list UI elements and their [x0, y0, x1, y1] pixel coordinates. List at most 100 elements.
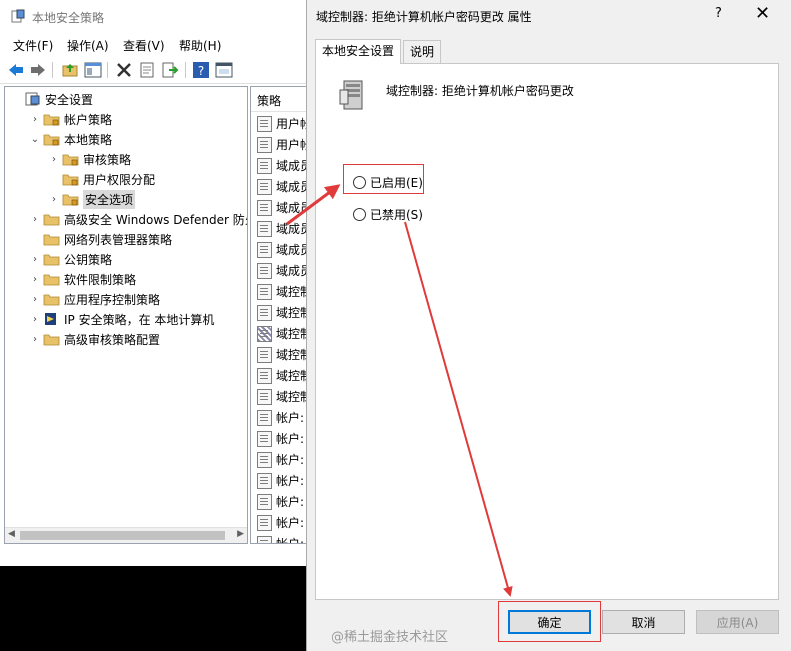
tree-pane: 安全设置 › 帐户策略 ⌄ 本地策略 › 审核策略 用户权限分配 › 安全选项 › 高级安全 Wind…: [4, 86, 248, 544]
chevron-right-icon[interactable]: ›: [29, 253, 41, 265]
tree-item[interactable]: › 公钥策略: [29, 249, 112, 269]
export-icon[interactable]: [161, 61, 179, 79]
forward-arrow-icon[interactable]: [29, 61, 47, 79]
chevron-right-icon[interactable]: ›: [29, 213, 41, 225]
policy-icon: [257, 493, 272, 510]
policy-list-item[interactable]: 域控制: [257, 281, 307, 302]
menu-view[interactable]: 查看(V): [123, 37, 165, 54]
policy-icon: [257, 136, 272, 153]
policy-icon: [257, 241, 272, 258]
tree-item[interactable]: › 安全选项: [48, 189, 136, 209]
tree-item[interactable]: 安全设置: [10, 89, 93, 109]
local-security-policy-window: 本地安全策略 文件(F) 操作(A) 查看(V) 帮助(H) ? 安全设置 › 帐户…: [0, 0, 312, 566]
policy-icon: [257, 178, 272, 195]
scrollbar-thumb[interactable]: [20, 531, 225, 540]
properties-icon[interactable]: [138, 61, 156, 79]
disabled-radio-option[interactable]: 已禁用(S): [353, 206, 423, 223]
tree-item[interactable]: › 高级审核策略配置: [29, 329, 160, 349]
policy-list-item[interactable]: 域成员: [257, 260, 307, 281]
policy-list-label: 域控制: [276, 285, 307, 299]
chevron-down-icon[interactable]: ⌄: [29, 133, 41, 145]
chevron-right-icon: [29, 233, 41, 245]
chevron-right-icon: [48, 173, 60, 185]
policy-list-label: 帐户:: [276, 474, 305, 488]
up-folder-icon[interactable]: [61, 61, 79, 79]
tab-explain[interactable]: 说明: [403, 40, 442, 63]
folder-icon: [62, 174, 79, 186]
tree-item-label: 高级安全 Windows Defender 防火墙: [64, 212, 247, 227]
policy-icon: [257, 409, 272, 426]
folder-icon: [43, 254, 60, 266]
chevron-right-icon[interactable]: ›: [29, 313, 41, 325]
list-column-header[interactable]: 策略: [251, 87, 307, 112]
policy-list-item[interactable]: 域成员: [257, 155, 307, 176]
help-button[interactable]: ?: [715, 6, 722, 21]
policy-name: 域控制器: 拒绝计算机帐户密码更改: [386, 84, 574, 98]
policy-list-item[interactable]: 域控制: [257, 323, 307, 344]
tab-panel: 域控制器: 拒绝计算机帐户密码更改 已启用(E) 已禁用(S): [315, 63, 779, 600]
menu-file[interactable]: 文件(F): [13, 37, 53, 54]
policy-list-label: 域控制: [276, 369, 307, 383]
policy-list-label: 域成员: [276, 222, 307, 236]
back-arrow-icon[interactable]: [7, 61, 25, 79]
policy-list-item[interactable]: 帐户:: [257, 491, 304, 512]
tree-item[interactable]: › 软件限制策略: [29, 269, 136, 289]
policy-list-item[interactable]: 域控制: [257, 344, 307, 365]
tree-item[interactable]: › IP 安全策略，在 本地计算机: [29, 309, 214, 329]
window-titlebar[interactable]: 本地安全策略: [0, 0, 311, 32]
policy-list-item[interactable]: 帐户:: [257, 449, 304, 470]
tree-item[interactable]: 用户权限分配: [48, 169, 155, 189]
policy-icon: [257, 514, 272, 531]
menu-bar: 文件(F) 操作(A) 查看(V) 帮助(H): [0, 34, 311, 56]
tree-item-label: 帐户策略: [64, 112, 113, 127]
policy-list-item[interactable]: 帐户:: [257, 512, 304, 533]
chevron-right-icon[interactable]: ›: [29, 333, 41, 345]
chevron-right-icon[interactable]: ›: [29, 273, 41, 285]
tree-item[interactable]: › 应用程序控制策略: [29, 289, 160, 309]
tree-item-label: 高级审核策略配置: [64, 332, 161, 347]
scroll-left-icon[interactable]: ◀: [8, 529, 15, 539]
tree-horizontal-scrollbar[interactable]: ◀ ▶: [5, 527, 247, 543]
tree-item[interactable]: ⌄ 本地策略: [29, 129, 112, 149]
enabled-annotation-box: [343, 164, 424, 194]
show-hide-tree-icon[interactable]: [84, 61, 102, 79]
policy-list-item[interactable]: 域成员: [257, 197, 307, 218]
policy-list-item[interactable]: 用户帐: [257, 134, 307, 155]
menu-action[interactable]: 操作(A): [67, 37, 109, 54]
watermark: @稀土掘金技术社区: [331, 630, 449, 645]
policy-list-item[interactable]: 帐户:: [257, 533, 304, 543]
policy-list-item[interactable]: 域控制: [257, 365, 307, 386]
chevron-right-icon: [10, 93, 22, 105]
close-button[interactable]: ✕: [755, 3, 770, 24]
chevron-right-icon[interactable]: ›: [48, 193, 60, 205]
tree-item[interactable]: 网络列表管理器策略: [29, 229, 172, 249]
help-icon[interactable]: ?: [192, 61, 210, 79]
cancel-button[interactable]: 取消: [602, 610, 685, 634]
apply-button[interactable]: 应用(A): [696, 610, 779, 634]
policy-list-item[interactable]: 域成员: [257, 239, 307, 260]
policy-icon: [257, 535, 272, 543]
policy-list-label: 域成员: [276, 243, 307, 257]
toolbar-separator: [52, 62, 53, 78]
tree-item[interactable]: › 审核策略: [48, 149, 131, 169]
policy-list-item[interactable]: 用户帐: [257, 113, 307, 134]
chevron-right-icon[interactable]: ›: [29, 293, 41, 305]
chevron-right-icon[interactable]: ›: [29, 113, 41, 125]
tree-item[interactable]: › 高级安全 Windows Defender 防火墙: [29, 209, 247, 229]
policy-icon: [257, 472, 272, 489]
delete-icon[interactable]: [115, 61, 133, 79]
disabled-radio[interactable]: [353, 208, 366, 221]
policy-list-item[interactable]: 帐户:: [257, 407, 304, 428]
policy-list-item[interactable]: 帐户:: [257, 428, 304, 449]
chevron-right-icon[interactable]: ›: [48, 153, 60, 165]
policy-list-item[interactable]: 域成员: [257, 176, 307, 197]
scroll-right-icon[interactable]: ▶: [237, 529, 244, 539]
console-icon[interactable]: [215, 61, 233, 79]
policy-list-item[interactable]: 帐户:: [257, 470, 304, 491]
policy-list-item[interactable]: 域控制: [257, 302, 307, 323]
policy-list-item[interactable]: 域控制: [257, 386, 307, 407]
tab-local-security-setting[interactable]: 本地安全设置: [315, 39, 402, 64]
tree-item[interactable]: › 帐户策略: [29, 109, 112, 129]
menu-help[interactable]: 帮助(H): [179, 37, 221, 54]
policy-list-item[interactable]: 域成员: [257, 218, 307, 239]
